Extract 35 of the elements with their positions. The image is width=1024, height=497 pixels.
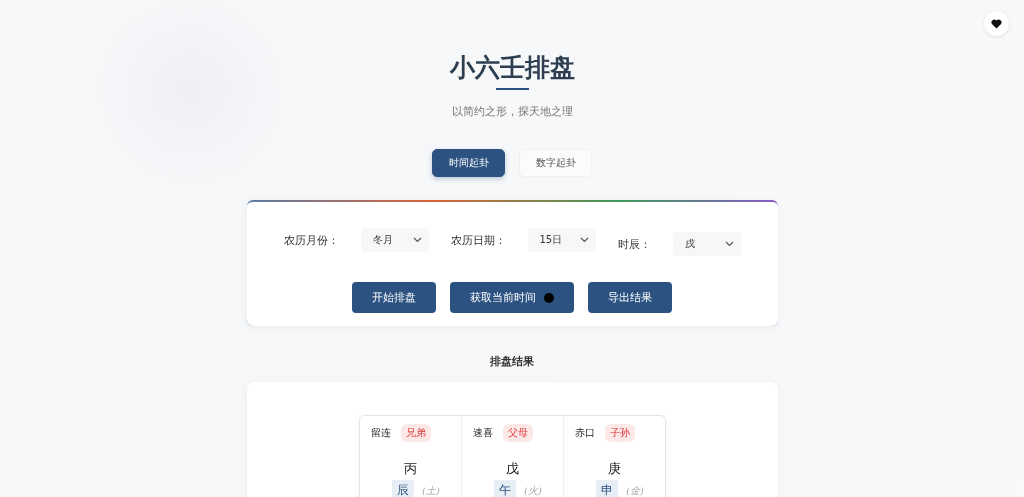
chevron-icon [412,237,422,243]
chevron-icon [724,241,734,247]
element-text: (火) [524,483,542,497]
palace-name: 速喜 [472,426,493,440]
relation-tag: 兄弟 [400,424,431,442]
stem-text: 戊 [505,460,519,478]
select-field[interactable]: 15日 [527,228,596,252]
palace-name: 赤口 [574,426,595,440]
mode-tab[interactable]: 数字起卦 [519,149,592,177]
element-text: (土) [422,483,440,497]
branch-tag: 申 [596,480,619,497]
favorite-button[interactable] [984,11,1009,36]
select-field[interactable]: 戌 [672,232,741,256]
stem-text: 庚 [607,460,621,478]
action-button[interactable]: 导出结果 [588,282,672,313]
page-title: 小六壬排盘 [449,52,575,84]
field-label: 农历日期： [450,232,506,248]
subtitle: 以简约之形，探天地之理 [451,104,573,119]
palace-name: 留连 [370,426,391,440]
branch-tag: 午 [494,480,517,497]
field-label: 时辰： [617,236,651,252]
status-dot [544,292,554,303]
relation-tag: 父母 [502,424,533,442]
heart-icon [991,18,1002,29]
relation-tag: 子孙 [604,424,635,442]
field-label: 农历月份： [283,232,339,248]
select-field[interactable]: 冬月 [360,228,429,252]
action-button[interactable]: 开始排盘 [352,282,436,313]
results-title: 排盘结果 [490,354,534,369]
stem-text: 丙 [403,460,417,478]
branch-tag: 辰 [392,480,415,497]
action-button[interactable]: 获取当前时间 [450,282,574,313]
element-text: (金) [626,483,644,497]
chevron-icon [579,237,589,243]
mode-tab[interactable]: 时间起卦 [432,149,505,177]
